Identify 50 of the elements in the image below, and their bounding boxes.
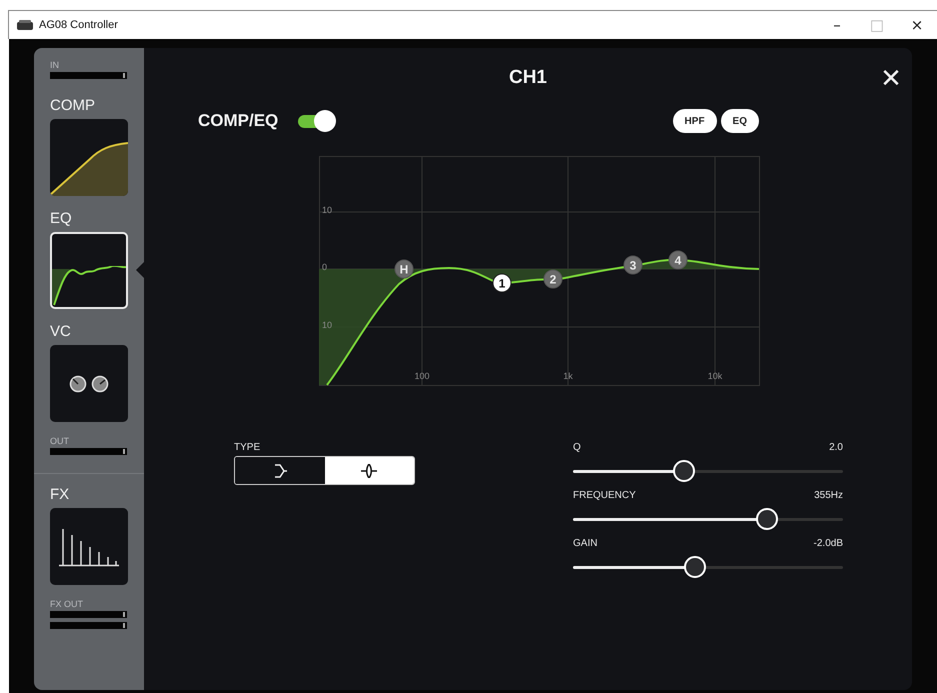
module-label: EQ	[50, 210, 72, 227]
module-label: COMP	[50, 97, 95, 114]
module-thumbnail[interactable]	[50, 345, 128, 422]
type-label: TYPE	[234, 442, 262, 453]
slider-label: GAIN	[573, 538, 598, 549]
module-label: FX	[50, 486, 70, 503]
close-button[interactable]: ✕	[874, 62, 908, 96]
slider-value: -2.0dB	[814, 538, 843, 549]
slider-thumb[interactable]	[756, 508, 778, 530]
module-thumbnail[interactable]	[50, 508, 128, 585]
band-handle[interactable]: 4	[668, 250, 688, 270]
slider-value: 2.0	[829, 442, 843, 453]
meter-label: OUT	[50, 436, 69, 446]
knobs-icon	[69, 374, 109, 392]
comp-eq-toggle[interactable]	[298, 110, 338, 132]
module-thumbnail[interactable]	[50, 232, 128, 309]
mode-button[interactable]: HPF	[672, 109, 717, 133]
slider-thumb[interactable]	[684, 556, 706, 578]
app-icon	[17, 20, 33, 30]
shelf-filter-icon	[272, 464, 287, 478]
eq-curve-icon	[52, 266, 126, 306]
band-handle[interactable]: H	[394, 260, 414, 278]
filter-type-option[interactable]	[324, 457, 414, 484]
band-handle[interactable]: 1	[492, 274, 512, 292]
channel-title: CH1	[508, 67, 547, 89]
slider-label: Q	[573, 442, 581, 453]
meter-label: FX OUT	[50, 599, 83, 609]
filter-type-selector[interactable]	[234, 456, 415, 485]
band-handle[interactable]: 2	[544, 270, 562, 288]
mode-button[interactable]: EQ	[720, 109, 759, 133]
reverb-bars-icon	[57, 526, 121, 566]
selection-pointer-icon	[136, 262, 144, 278]
slider-label: FREQUENCY	[573, 490, 636, 501]
window-control[interactable]: ×	[897, 12, 937, 38]
axis-label: 100	[413, 371, 431, 381]
slider-value: 355Hz	[814, 490, 843, 501]
meter-label: IN	[50, 60, 59, 70]
window-title: AG08 Controller	[39, 19, 118, 31]
module-label: VC	[50, 323, 71, 340]
axis-label: 0	[322, 262, 328, 272]
module-thumbnail[interactable]	[50, 119, 128, 196]
peak-filter-icon	[361, 464, 378, 478]
band-handle[interactable]: 3	[624, 256, 642, 274]
comp-eq-label: COMP/EQ	[198, 111, 278, 131]
axis-label: 10	[322, 320, 332, 330]
slider-thumb[interactable]	[672, 460, 695, 482]
axis-label: 10	[322, 205, 332, 215]
window-control[interactable]: –	[817, 12, 857, 38]
axis-label: 1k	[562, 371, 574, 381]
axis-label: 10k	[706, 371, 724, 381]
